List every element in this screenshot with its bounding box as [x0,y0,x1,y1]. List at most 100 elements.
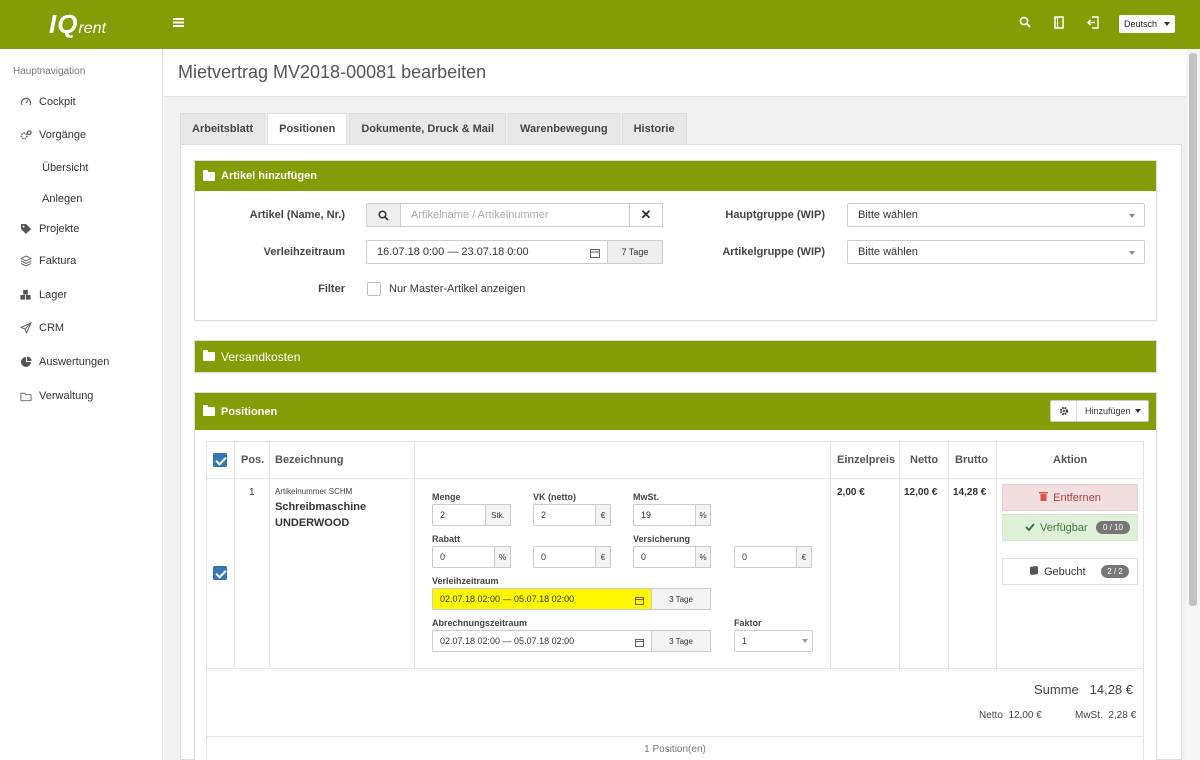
app-logo[interactable]: IQrent [49,9,106,40]
page-title: Mietvertrag MV2018-00081 bearbeiten [178,62,487,82]
row-select-checkbox[interactable] [213,566,227,580]
sidebar-item-label: Lager [39,289,68,301]
sidebar-item-label: CRM [39,322,65,334]
calendar-icon[interactable] [635,636,644,650]
qty-unit: Stk. [485,504,511,526]
sidebar-item-crm[interactable]: CRM [20,318,64,338]
remove-position-button[interactable]: Entfernen [1002,484,1138,511]
top-bar: IQrent Deutsch [0,0,1200,49]
select-all-checkbox[interactable] [213,453,227,467]
folder-open-icon [203,169,215,181]
hamburger-menu-icon[interactable] [173,14,184,32]
book-icon [1029,565,1039,578]
calendar-icon[interactable] [590,247,600,258]
folder-open-icon [203,405,215,416]
discount-pct-unit: % [494,546,511,568]
net-label: Netto [979,710,1003,721]
article-group-value: Bitte wählen [858,246,918,258]
factor-value: 1 [742,636,748,646]
period-input[interactable]: 16.07.18 0:00 — 23.07.18 0:00 [366,240,608,264]
booked-count-badge: 2 / 2 [1101,565,1129,578]
article-search-input[interactable]: Artikelname / Artikelnummer [400,203,630,227]
table-divider [207,736,1143,737]
clear-search-button[interactable]: ✕ [629,203,663,227]
discount-abs-unit: € [595,546,611,568]
rental-period-days: 3 Tage [651,588,711,610]
discount-abs-input[interactable]: 0 [533,546,596,568]
remove-label: Entfernen [1053,491,1101,504]
factor-select[interactable]: 1 [734,630,813,652]
layers-icon [20,255,32,267]
billing-period-days: 3 Tage [651,630,711,652]
chevron-down-icon [1164,22,1170,26]
add-article-panel-header[interactable]: Artikel hinzufügen [195,161,1156,191]
discount-pct-input[interactable]: 0 [432,546,495,568]
folder-icon [20,390,32,402]
article-label: Artikel (Name, Nr.) [249,209,345,221]
available-label: Verfügbar [1040,521,1088,534]
vk-input[interactable]: 2 [533,504,596,526]
tab-warenbewegung[interactable]: Warenbewegung [508,113,620,144]
trash-icon [1039,491,1049,504]
positions-table: Pos. Bezeichnung Einzelpreis Netto Brutt… [206,441,1144,760]
column-header-unit-price[interactable]: Einzelpreis [837,442,895,478]
logout-icon[interactable] [1086,15,1100,29]
billing-period-input[interactable]: 02.07.18 02:00 — 05.07.18 02:00 [432,630,652,652]
sidebar-item-auswertungen[interactable]: Auswertungen [20,352,109,372]
sidebar-subitem-anlegen[interactable]: Anlegen [42,193,82,205]
rental-period-input[interactable]: 02.07.18 02:00 — 05.07.18 02:00 [432,588,652,610]
tab-content: Artikel hinzufügen Artikel (Name, Nr.) A… [180,144,1182,760]
shipping-title: Versandkosten [221,349,301,364]
search-icon[interactable] [1018,15,1032,29]
sidebar-heading: Hauptnavigation [13,66,86,77]
period-value: 16.07.18 0:00 — 23.07.18 0:00 [377,246,529,258]
pie-chart-icon [20,356,32,368]
table-divider [948,442,949,668]
sidebar-item-verwaltung[interactable]: Verwaltung [20,386,93,406]
table-divider [996,442,997,668]
add-position-button[interactable]: Hinzufügen [1050,400,1149,422]
chevron-down-icon [802,639,808,643]
tab-historie[interactable]: Historie [621,113,687,144]
insurance-label: Versicherung [633,534,691,544]
scrollbar-thumb[interactable] [1189,53,1197,606]
qty-input[interactable]: 2 [432,504,486,526]
article-group-select[interactable]: Bitte wählen [847,240,1145,264]
sidebar-item-projekte[interactable]: Projekte [20,219,79,239]
sidebar-subitem-uebersicht[interactable]: Übersicht [42,162,88,174]
position-count: 1 Position(en) [644,744,706,755]
insurance-pct-unit: % [695,546,711,568]
shipping-panel-header[interactable]: Versandkosten [195,341,1156,372]
sidebar-item-lager[interactable]: Lager [20,285,67,305]
add-article-title: Artikel hinzufügen [221,170,317,182]
main-group-select[interactable]: Bitte wählen [847,203,1145,227]
sidebar-item-cockpit[interactable]: Cockpit [20,92,76,112]
language-select[interactable]: Deutsch [1119,15,1175,33]
master-article-checkbox[interactable] [367,282,381,296]
main-content: Mietvertrag MV2018-00081 bearbeiten Arbe… [164,49,1186,760]
sidebar: Hauptnavigation Cockpit Vorgänge Übersic… [0,49,163,760]
add-article-panel: Artikel hinzufügen Artikel (Name, Nr.) A… [194,160,1157,321]
main-group-value: Bitte wählen [858,209,918,221]
tab-dokumente[interactable]: Dokumente, Druck & Mail [349,113,506,144]
vat-input[interactable]: 19 [633,504,696,526]
calendar-icon[interactable] [635,594,644,608]
sidebar-item-vorgaenge[interactable]: Vorgänge [20,125,86,145]
available-count-badge: 0 / 10 [1096,521,1130,534]
tab-positionen[interactable]: Positionen [267,113,348,144]
insurance-pct-input[interactable]: 0 [633,546,696,568]
column-header-net[interactable]: Netto [910,442,938,478]
chevron-down-icon [1129,251,1135,255]
gears-icon [20,129,32,141]
tab-arbeitsblatt[interactable]: Arbeitsblatt [180,113,266,144]
page-scrollbar[interactable] [1186,49,1200,760]
vat-total-value: 2,28 € [1108,710,1137,721]
book-icon[interactable] [1052,15,1066,29]
insurance-abs-input[interactable]: 0 [734,546,797,568]
sidebar-item-faktura[interactable]: Faktura [20,251,76,271]
search-icon [378,209,389,221]
column-header-name[interactable]: Bezeichnung [275,442,343,478]
column-header-pos[interactable]: Pos. [241,442,264,478]
column-header-gross[interactable]: Brutto [955,442,988,478]
table-divider [207,478,1143,479]
